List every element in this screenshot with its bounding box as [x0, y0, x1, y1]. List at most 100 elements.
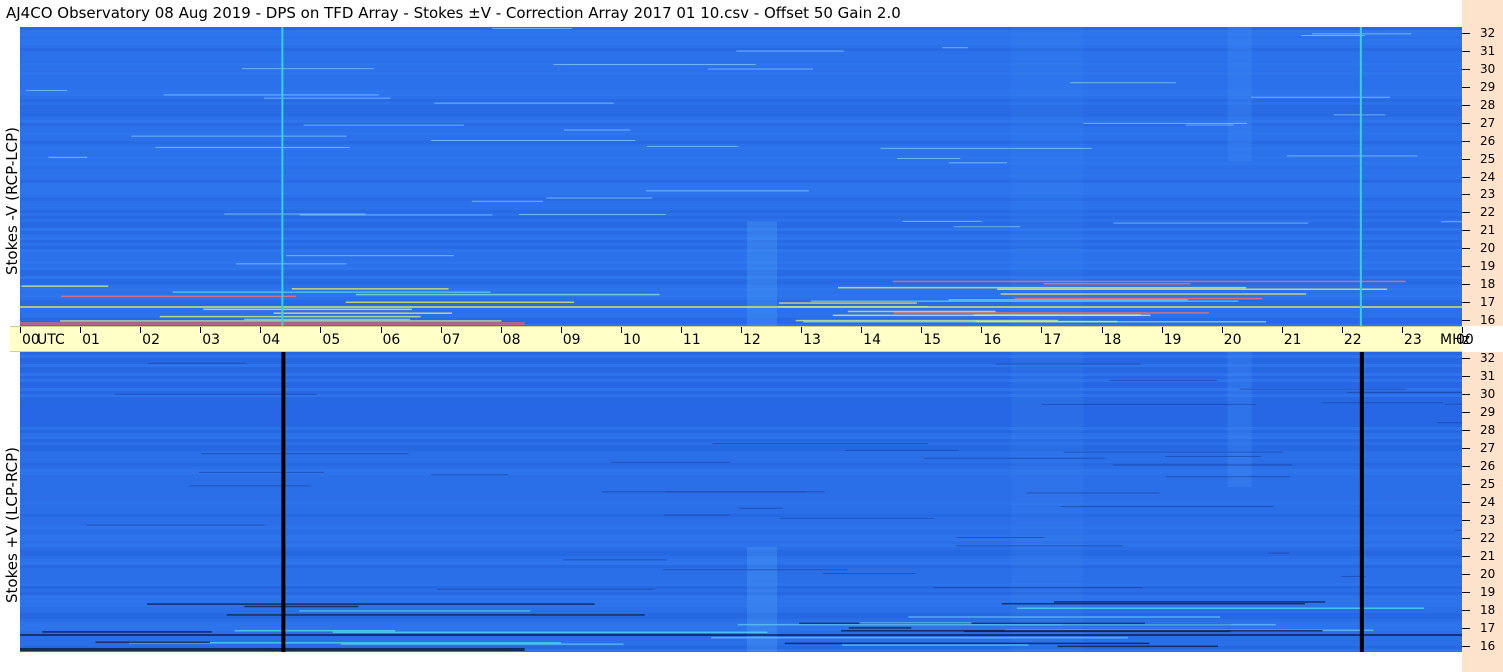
noise-line — [26, 89, 68, 91]
interference-streak — [1054, 601, 1326, 603]
texture-band — [20, 514, 1462, 517]
noise-line — [956, 545, 1123, 547]
vertical-marker-line — [281, 352, 286, 652]
noise-line — [431, 474, 509, 476]
freq-tick-label: 32 — [1480, 351, 1496, 365]
texture-band — [20, 180, 1462, 183]
texture-band — [20, 565, 1462, 568]
noise-line — [1441, 221, 1462, 223]
time-tick-label: 17 — [1043, 332, 1062, 348]
freq-tick-mark — [1462, 502, 1470, 503]
noise-line — [933, 587, 1143, 589]
noise-line — [956, 537, 1045, 539]
texture-band — [20, 171, 1462, 174]
interference-streak — [838, 286, 1247, 289]
texture-band — [20, 580, 1462, 583]
texture-band — [20, 574, 1462, 577]
time-tick-mark — [140, 327, 142, 333]
texture-band — [20, 526, 1462, 529]
noise-line — [155, 146, 350, 148]
noise-line — [163, 94, 379, 96]
noise-line — [663, 569, 848, 571]
texture-band — [20, 207, 1462, 210]
time-tick-mark — [620, 327, 622, 333]
freq-tick-label: 23 — [1480, 513, 1496, 527]
noise-line — [663, 514, 730, 516]
texture-band — [20, 243, 1462, 246]
texture-band — [20, 234, 1462, 237]
noise-line — [924, 457, 1105, 459]
noise-line — [241, 68, 374, 70]
noise-line — [48, 156, 88, 158]
texture-band — [20, 267, 1462, 270]
time-tick-mark — [320, 327, 322, 333]
interference-streak — [172, 291, 491, 293]
noise-line — [1113, 464, 1293, 466]
texture-band — [20, 547, 1462, 550]
noise-line — [736, 50, 844, 52]
time-tick-label: 01 — [82, 332, 100, 348]
interference-streak — [340, 643, 624, 645]
noise-line — [823, 573, 916, 575]
noise-line — [553, 64, 756, 66]
time-tick-mark — [1341, 327, 1343, 333]
noise-line — [131, 135, 347, 137]
time-tick-label: 02 — [142, 332, 160, 348]
freq-tick-label: 32 — [1480, 26, 1496, 40]
texture-band — [20, 219, 1462, 222]
noise-line — [1251, 96, 1390, 98]
noise-line — [147, 362, 247, 364]
noise-line — [189, 485, 310, 487]
time-tick-mark — [560, 327, 562, 333]
noise-line — [646, 145, 739, 147]
noise-line — [1454, 529, 1462, 531]
noise-line — [1165, 476, 1291, 478]
interference-streak — [810, 300, 1239, 302]
freq-tick-mark — [1462, 520, 1470, 521]
noise-line — [610, 461, 731, 463]
noise-line — [286, 255, 454, 257]
texture-band — [20, 201, 1462, 204]
interference-streak — [147, 603, 595, 605]
interference-streak — [299, 610, 531, 612]
texture-band — [20, 231, 1462, 234]
texture-band — [20, 577, 1462, 580]
interference-streak — [273, 312, 452, 314]
interference-streak — [795, 319, 1059, 322]
texture-band — [20, 312, 1462, 315]
freq-tick-label: 29 — [1480, 79, 1496, 94]
interference-line — [20, 648, 525, 651]
interference-streak — [226, 614, 645, 616]
texture-band — [20, 183, 1462, 186]
freq-tick-mark — [1462, 33, 1470, 34]
texture-band — [20, 556, 1462, 559]
noise-line — [437, 588, 654, 590]
noise-line — [1267, 552, 1290, 554]
vertical-marker-line — [281, 27, 284, 326]
texture-band — [20, 165, 1462, 168]
texture-band — [20, 598, 1462, 601]
time-tick-mark — [440, 327, 442, 333]
interference-streak — [355, 293, 660, 296]
noise-line — [114, 393, 318, 395]
noise-line — [1239, 388, 1407, 390]
time-tick-label: 11 — [682, 332, 701, 348]
time-tick-mark — [380, 327, 382, 333]
freq-tick-label: 16 — [1480, 313, 1496, 327]
interference-streak — [908, 616, 1221, 618]
freq-tick-label: 18 — [1480, 277, 1496, 292]
noise-line — [563, 559, 667, 561]
noise-line — [434, 102, 614, 104]
freq-tick-mark — [1462, 68, 1470, 70]
noise-line — [665, 491, 825, 493]
time-tick-mark — [200, 327, 202, 333]
bright-zone — [1227, 27, 1252, 162]
freq-tick-mark — [1462, 376, 1470, 377]
interference-line — [20, 306, 1462, 308]
freq-tick-label: 30 — [1480, 61, 1496, 76]
noise-line — [707, 68, 814, 70]
noise-line — [1026, 492, 1160, 494]
time-tick-label: 12 — [743, 332, 761, 348]
freq-tick-label: 22 — [1480, 531, 1496, 545]
texture-band — [20, 562, 1462, 565]
